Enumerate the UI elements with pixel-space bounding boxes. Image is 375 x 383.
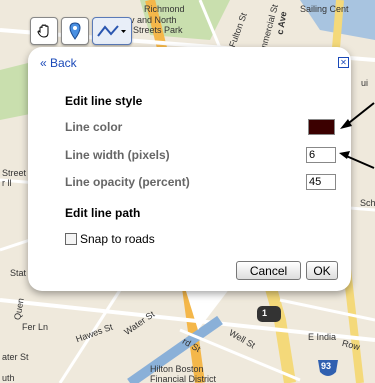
line-width-label: Line width (pixels) (65, 148, 170, 162)
line-width-input[interactable]: 6 (306, 147, 336, 163)
snap-to-roads-row[interactable]: Snap to roads (65, 232, 155, 246)
map-label-ui: ui (361, 78, 369, 88)
route-1-label: 1 (262, 308, 268, 318)
map-label-financial: Financial District (150, 374, 217, 383)
marker-tool-button[interactable] (61, 17, 89, 45)
route-93-label: 93 (321, 361, 332, 371)
line-opacity-input[interactable]: 45 (306, 174, 336, 190)
line-color-swatch[interactable] (308, 119, 335, 135)
snap-to-roads-label: Snap to roads (80, 232, 155, 246)
cancel-button[interactable]: Cancel (236, 261, 301, 280)
map-label-hilton: Hilton Boston (150, 364, 204, 374)
hand-tool-button[interactable] (30, 17, 58, 45)
map-label-sailing: Sailing Cent (300, 4, 349, 14)
map-label-street-2: r ll (2, 178, 12, 188)
map-label-richmond: Richmond (144, 4, 185, 14)
map-label-fer: Fer Ln (22, 322, 49, 332)
ok-button[interactable]: OK (306, 261, 338, 280)
snap-to-roads-checkbox[interactable] (65, 233, 77, 245)
map-label-water-2: ater St (2, 352, 29, 362)
edit-line-path-title: Edit line path (65, 206, 141, 220)
close-icon[interactable]: ✕ (338, 57, 349, 68)
line-tool-button[interactable] (92, 17, 132, 45)
map-label-sch: Sch (360, 198, 375, 208)
edit-line-style-title: Edit line style (65, 94, 143, 108)
back-link[interactable]: « Back (40, 56, 77, 70)
map-label-north: ov and North (125, 15, 177, 25)
line-opacity-label: Line opacity (percent) (65, 175, 190, 189)
line-icon (97, 25, 126, 37)
marker-icon (69, 22, 81, 40)
edit-line-info-window: « Back ✕ Edit line style Line color Line… (28, 47, 351, 291)
map-toolbar (30, 17, 132, 45)
hand-icon (37, 24, 49, 38)
map-label-street: Street (2, 168, 27, 178)
line-color-label: Line color (65, 120, 123, 134)
map-label-india: E India (308, 332, 337, 342)
route-1-shield (257, 306, 281, 322)
map-label-stat: Stat (10, 268, 27, 278)
map-label-uth: uth (2, 373, 15, 383)
